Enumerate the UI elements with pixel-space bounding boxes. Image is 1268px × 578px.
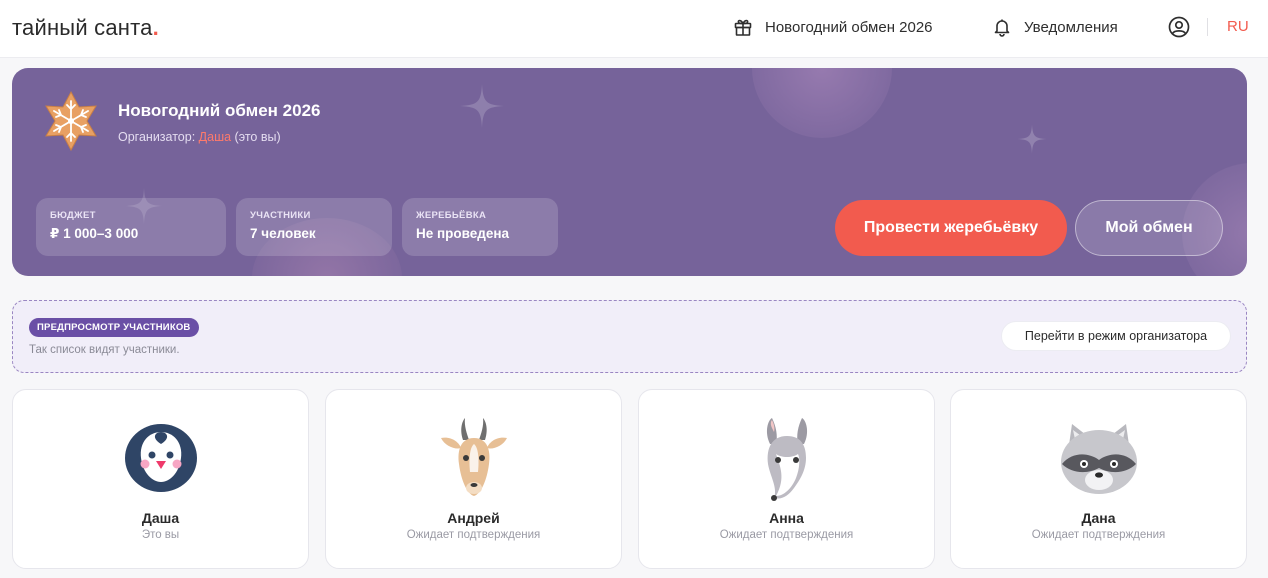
exchange-hero-card: Новогодний обмен 2026 Организатор: Даша … — [12, 68, 1247, 276]
participant-card[interactable]: Анна Ожидает подтверждения — [638, 389, 935, 569]
nav-notifications-label: Уведомления — [1024, 18, 1118, 36]
nav-exchange-label: Новогодний обмен 2026 — [765, 18, 933, 36]
stat-draw: ЖЕРЕБЬЁВКА Не проведена — [402, 198, 558, 256]
my-exchange-button[interactable]: Мой обмен — [1075, 200, 1223, 256]
organizer-suffix: (это вы) — [234, 130, 281, 144]
exchange-title: Новогодний обмен 2026 — [118, 101, 321, 120]
preview-hint: Так список видят участники. — [29, 344, 180, 356]
sparkle-icon — [460, 84, 504, 128]
gazelle-icon — [440, 418, 507, 496]
participants-preview-banner: ПРЕДПРОСМОТР УЧАСТНИКОВ Так список видят… — [12, 300, 1247, 373]
stat-budget-label: БЮДЖЕТ — [50, 210, 96, 221]
language-switcher[interactable]: RU — [1227, 18, 1249, 35]
profile-button[interactable] — [1167, 15, 1191, 44]
armadillo-icon — [766, 418, 807, 501]
organizer-line: Организатор: Даша (это вы) — [118, 130, 281, 144]
sparkle-icon — [1017, 124, 1047, 154]
logo[interactable]: тайный санта. — [12, 15, 159, 41]
organizer-prefix: Организатор: — [118, 130, 196, 144]
run-draw-button[interactable]: Провести жеребьёвку — [835, 200, 1067, 256]
user-circle-icon — [1168, 16, 1190, 38]
top-navigation-bar: тайный санта. Новогодний обмен 2026 Увед… — [0, 0, 1268, 58]
stat-participants-label: УЧАСТНИКИ — [250, 210, 311, 221]
participant-card[interactable]: Даша Это вы — [12, 389, 309, 569]
stat-draw-value: Не проведена — [416, 226, 510, 241]
participant-status: Это вы — [141, 529, 180, 541]
stat-budget-value: ₽ 1 000–3 000 — [50, 226, 139, 241]
stat-budget: БЮДЖЕТ ₽ 1 000–3 000 — [36, 198, 226, 256]
participant-name: Андрей — [447, 510, 500, 526]
nav-exchange-link[interactable]: Новогодний обмен 2026 — [733, 14, 933, 40]
gift-icon — [734, 19, 752, 36]
participant-status: Ожидает подтверждения — [719, 529, 854, 541]
participant-card[interactable]: Дана Ожидает подтверждения — [950, 389, 1247, 569]
logo-text: тайный санта — [12, 15, 153, 40]
participant-status: Ожидает подтверждения — [406, 529, 541, 541]
stat-draw-label: ЖЕРЕБЬЁВКА — [416, 210, 487, 221]
stat-participants: УЧАСТНИКИ 7 человек — [236, 198, 392, 256]
nav-notifications-link[interactable]: Уведомления — [992, 14, 1118, 40]
participant-name: Дана — [1081, 510, 1116, 526]
nav-divider — [1207, 18, 1208, 36]
organizer-mode-button[interactable]: Перейти в режим организатора — [1001, 321, 1231, 351]
participant-card[interactable]: Андрей Ожидает подтверждения — [325, 389, 622, 569]
stat-participants-value: 7 человек — [250, 226, 316, 241]
logo-dot: . — [152, 15, 159, 40]
gingerbread-snowflake-icon — [45, 90, 97, 152]
participant-name: Анна — [769, 510, 804, 526]
preview-badge: ПРЕДПРОСМОТР УЧАСТНИКОВ — [29, 318, 199, 337]
decor-glow — [752, 68, 892, 138]
raccoon-icon — [1060, 424, 1137, 494]
participant-status: Ожидает подтверждения — [1031, 529, 1166, 541]
penguin-icon — [124, 424, 197, 492]
participant-name: Даша — [141, 510, 180, 526]
bell-icon — [994, 19, 1010, 37]
organizer-name: Даша — [198, 130, 232, 144]
